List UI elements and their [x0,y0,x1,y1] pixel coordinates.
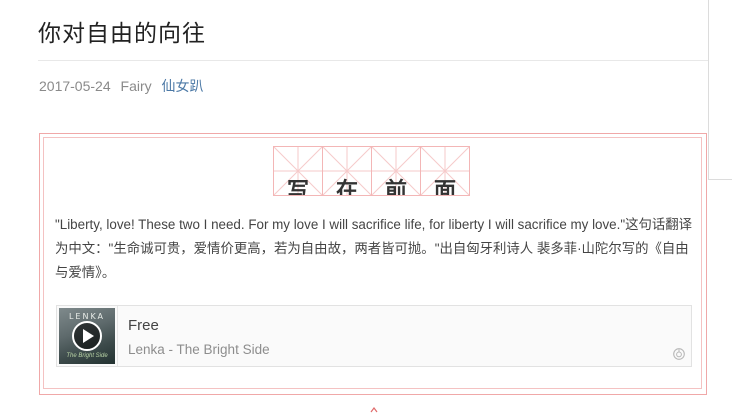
cover-album-text: The Bright Side [66,353,108,359]
author-name: Fairy [120,78,152,94]
section-heading-grid: 写 在 前 面 [273,146,470,196]
grid-cell: 面 [420,146,470,196]
article-meta: 2017-05-24 Fairy 仙女趴 [39,76,210,96]
article-page: 你对自由的向往 2017-05-24 Fairy 仙女趴 写 在 前 面 "Li… [0,0,732,413]
cover-divider [117,306,118,366]
song-title: Free [128,317,159,334]
body-paragraph: "Liberty, love! These two I need. For my… [55,217,693,280]
grid-cell: 在 [322,146,372,196]
right-frame-line [708,0,709,180]
title-divider [38,60,708,61]
music-player: LENKA The Bright Side Free Lenka - The B… [56,305,692,367]
publish-date: 2017-05-24 [39,78,111,94]
heading-char: 在 [335,178,358,196]
cover-artist-text: LENKA [68,312,106,321]
grid-cell: 前 [371,146,421,196]
heading-char: 写 [286,178,309,196]
play-button[interactable] [72,321,102,351]
song-artist-album: Lenka - The Bright Side [128,342,270,357]
music-service-logo-icon[interactable] [673,348,685,360]
right-frame-tick [708,179,732,180]
scroll-up-caret-icon[interactable] [370,406,378,413]
heading-char: 前 [384,178,407,196]
author-link[interactable]: 仙女趴 [162,78,204,94]
article-title: 你对自由的向往 [38,20,206,46]
grid-cell: 写 [273,146,323,196]
album-cover: LENKA The Bright Side [59,308,115,364]
play-icon [83,329,94,343]
heading-char: 面 [433,178,456,196]
